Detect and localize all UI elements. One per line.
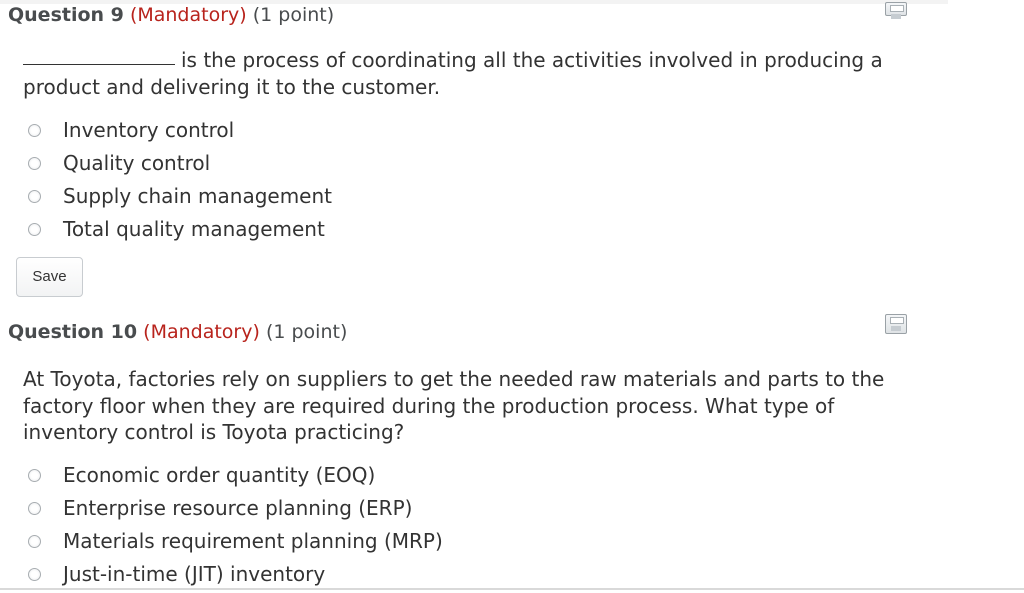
option-label[interactable]: Total quality management [63, 215, 325, 243]
radio-button[interactable] [28, 502, 41, 515]
option-total-quality-management[interactable]: Total quality management [0, 215, 600, 248]
option-mrp[interactable]: Materials requirement planning (MRP) [0, 527, 600, 560]
floppy-disk-icon[interactable] [885, 2, 907, 19]
question-10-label: Question 10 [8, 321, 138, 343]
option-label[interactable]: Enterprise resource planning (ERP) [63, 494, 412, 522]
radio-button[interactable] [28, 190, 41, 203]
radio-button[interactable] [28, 535, 41, 548]
question-9-points: (1 point) [252, 4, 335, 26]
option-inventory-control[interactable]: Inventory control [0, 116, 600, 149]
option-label[interactable]: Economic order quantity (EOQ) [63, 461, 375, 489]
option-supply-chain-management[interactable]: Supply chain management [0, 182, 600, 215]
question-10-header: Question 10 (Mandatory) (1 point) [8, 321, 347, 343]
question-9-header: Question 9 (Mandatory) (1 point) [8, 4, 334, 26]
question-9-stem-text: is the process of coordinating all the a… [23, 48, 883, 99]
option-label[interactable]: Inventory control [63, 116, 234, 144]
radio-button[interactable] [28, 568, 41, 581]
question-9-stem: is the process of coordinating all the a… [23, 47, 923, 100]
question-10-stem: At Toyota, factories rely on suppliers t… [23, 367, 885, 444]
question-10-points: (1 point) [265, 321, 348, 343]
radio-button[interactable] [28, 124, 41, 137]
floppy-disk-icon[interactable] [885, 314, 907, 334]
option-label[interactable]: Quality control [63, 149, 210, 177]
answer-blank [23, 64, 175, 65]
question-10-mandatory: (Mandatory) [143, 321, 260, 343]
radio-button[interactable] [28, 469, 41, 482]
option-eoq[interactable]: Economic order quantity (EOQ) [0, 461, 600, 494]
question-9-mandatory: (Mandatory) [129, 4, 247, 26]
radio-button[interactable] [28, 223, 41, 236]
question-9-label: Question 9 [8, 4, 124, 26]
option-quality-control[interactable]: Quality control [0, 149, 600, 182]
option-label[interactable]: Materials requirement planning (MRP) [63, 527, 443, 555]
option-label[interactable]: Just-in-time (JIT) inventory [63, 560, 325, 588]
option-label[interactable]: Supply chain management [63, 182, 332, 210]
bottom-divider [0, 588, 1024, 590]
option-erp[interactable]: Enterprise resource planning (ERP) [0, 494, 600, 527]
radio-button[interactable] [28, 157, 41, 170]
save-button[interactable]: Save [16, 257, 83, 297]
